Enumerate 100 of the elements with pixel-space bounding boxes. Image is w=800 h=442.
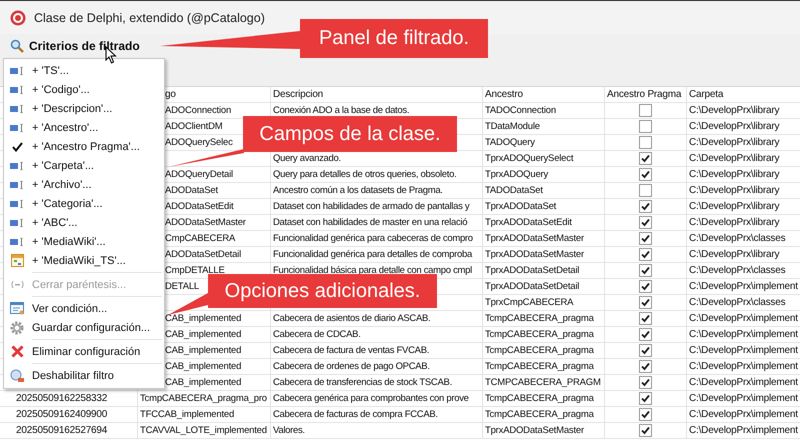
table-cell: TprxADODataSet — [483, 199, 605, 215]
table-cell: TADODataSet — [483, 183, 605, 199]
table-cell: C:\DevelopPrx\classes — [687, 295, 800, 311]
table-cell: TprxADODataSetMaster — [483, 247, 605, 263]
table-cell: Cabecera de asientos de diario ASCAB. — [271, 311, 483, 327]
checkbox[interactable] — [639, 248, 652, 261]
table-cell: C:\DevelopPrx\implement — [687, 407, 800, 423]
field-icon — [10, 66, 24, 74]
checkbox[interactable] — [639, 376, 652, 389]
table-cell: Cabecera de ordenes de pago OPCAB. — [271, 359, 483, 375]
table-cell: Valores. — [271, 423, 483, 439]
checkbox[interactable] — [639, 168, 652, 181]
column-header[interactable]: Ancestro — [483, 87, 605, 103]
table-cell: 20250509162409900 — [0, 407, 138, 423]
table-cell: TCAVVAL_LOTE_implemented — [138, 423, 271, 439]
table-cell: TADOQuery — [483, 135, 605, 151]
table-cell: Ancestro común a los datasets de Pragma. — [271, 183, 483, 199]
table-cell: TADOConnection — [483, 103, 605, 119]
callout: Campos de la clase. — [243, 116, 457, 152]
field-icon — [10, 86, 24, 94]
checkbox[interactable] — [639, 136, 652, 149]
table-cell: C:\DevelopPrx\library — [687, 247, 800, 263]
table-cell: C:\DevelopPrx\library — [687, 151, 800, 167]
table-cell: Cabecera genérica para comprobantes con prove — [271, 391, 483, 407]
table-cell: Cabecera de facturas de compra FCCAB. — [271, 407, 483, 423]
field-icon — [10, 218, 24, 226]
gear-icon — [10, 320, 24, 334]
table-cell: Cabecera de CDCAB. — [271, 327, 483, 343]
field-icon — [10, 180, 24, 188]
document-view-icon — [10, 302, 24, 316]
checkbox[interactable] — [639, 424, 652, 437]
table-cell: Dataset con habilidades de armado de pantallas y — [271, 199, 483, 215]
callout: Opciones adicionales. — [208, 274, 437, 308]
table-cell: Query para detalles de otros queries, obsoleto. — [271, 167, 483, 183]
table-cell: C:\DevelopPrx\library — [687, 215, 800, 231]
checkbox[interactable] — [639, 312, 652, 325]
table-cell: TprxADOQuery — [483, 167, 605, 183]
table-cell: TprxADODataSetDetail — [483, 279, 605, 295]
table-cell: C:\DevelopPrx\implement — [687, 391, 800, 407]
table-cell: C:\DevelopPrx\implement — [687, 311, 800, 327]
field-icon — [10, 238, 24, 246]
checkbox[interactable] — [639, 328, 652, 341]
table-cell: TprxCmpCABECERA — [483, 295, 605, 311]
table-cell: Cabecera de transferencias de stock TSCAB. — [271, 375, 483, 391]
column-header[interactable]: Descripcion — [271, 87, 483, 103]
table-cell: TcmpCABECERA_pragma — [483, 311, 605, 327]
table-cell: C:\DevelopPrx\classes — [687, 231, 800, 247]
table-cell: TFCCAB_implemented — [138, 407, 271, 423]
checkbox[interactable] — [639, 184, 652, 197]
table-cell: Cabecera de factura de ventas FVCAB. — [271, 343, 483, 359]
column-header[interactable]: Carpeta — [687, 87, 800, 103]
table-cell: C:\DevelopPrx\library — [687, 135, 800, 151]
table-cell: TprxADOQuerySelect — [483, 151, 605, 167]
menu-item[interactable]: + 'TS'... — [4, 61, 164, 80]
checkbox[interactable] — [639, 104, 652, 117]
table-cell: Funcionalidad genérica para detalles de comproba — [271, 247, 483, 263]
delete-icon — [10, 345, 24, 358]
table-cell: TDataModule — [483, 119, 605, 135]
checkbox[interactable] — [639, 216, 652, 229]
table-cell: C:\DevelopPrx\implement — [687, 279, 800, 295]
field-icon — [10, 124, 24, 132]
table-cell: TprxADODataSetMaster — [483, 231, 605, 247]
check-icon — [12, 142, 22, 152]
table-cell: C:\DevelopPrx\implement — [687, 375, 800, 391]
table-icon — [10, 254, 24, 267]
checkbox[interactable] — [639, 296, 652, 309]
column-header[interactable]: Ancestro Pragma — [605, 87, 687, 103]
table-cell: TcmpCABECERA_pragma — [483, 391, 605, 407]
callout: Panel de filtrado. — [300, 19, 488, 58]
callout-pointer — [168, 293, 208, 315]
table-cell: C:\DevelopPrx\classes — [687, 263, 800, 279]
checkbox[interactable] — [639, 360, 652, 373]
table-cell: C:\DevelopPrx\library — [687, 119, 800, 135]
table-cell: TcmpCABECERA_pragma — [483, 407, 605, 423]
table-cell: C:\DevelopPrx\implement — [687, 327, 800, 343]
table-cell: C:\DevelopPrx\implement — [687, 359, 800, 375]
table-cell: 20250509162527694 — [0, 423, 138, 439]
checkbox[interactable] — [639, 408, 652, 421]
table-cell: C:\DevelopPrx\library — [687, 199, 800, 215]
parenthesis-icon — [10, 281, 24, 288]
checkbox[interactable] — [639, 200, 652, 213]
table-cell: TprxADODataSetMaster — [483, 423, 605, 439]
table-cell: C:\DevelopPrx\implement — [687, 343, 800, 359]
filter-criteria-button[interactable]: Criterios de filtrado — [10, 38, 140, 52]
checkbox[interactable] — [639, 392, 652, 405]
window-title: Clase de Delphi, extendido (@pCatalogo) — [34, 10, 265, 24]
checkbox[interactable] — [639, 344, 652, 357]
table-cell: TprxADODataSetDetail — [483, 263, 605, 279]
table-cell: TCMPCABECERA_PRAGM — [483, 375, 605, 391]
checkbox[interactable] — [639, 152, 652, 165]
checkbox[interactable] — [639, 232, 652, 245]
checkbox[interactable] — [639, 120, 652, 133]
field-icon — [10, 162, 24, 170]
filter-off-icon — [10, 368, 24, 382]
checkbox[interactable] — [639, 264, 652, 277]
table-cell: C:\DevelopPrx\library — [687, 183, 800, 199]
checkbox[interactable] — [639, 280, 652, 293]
table-cell: TcmpCABECERA_pragma — [483, 359, 605, 375]
field-icon — [10, 104, 24, 112]
table-cell: C:\DevelopPrx\library — [687, 167, 800, 183]
